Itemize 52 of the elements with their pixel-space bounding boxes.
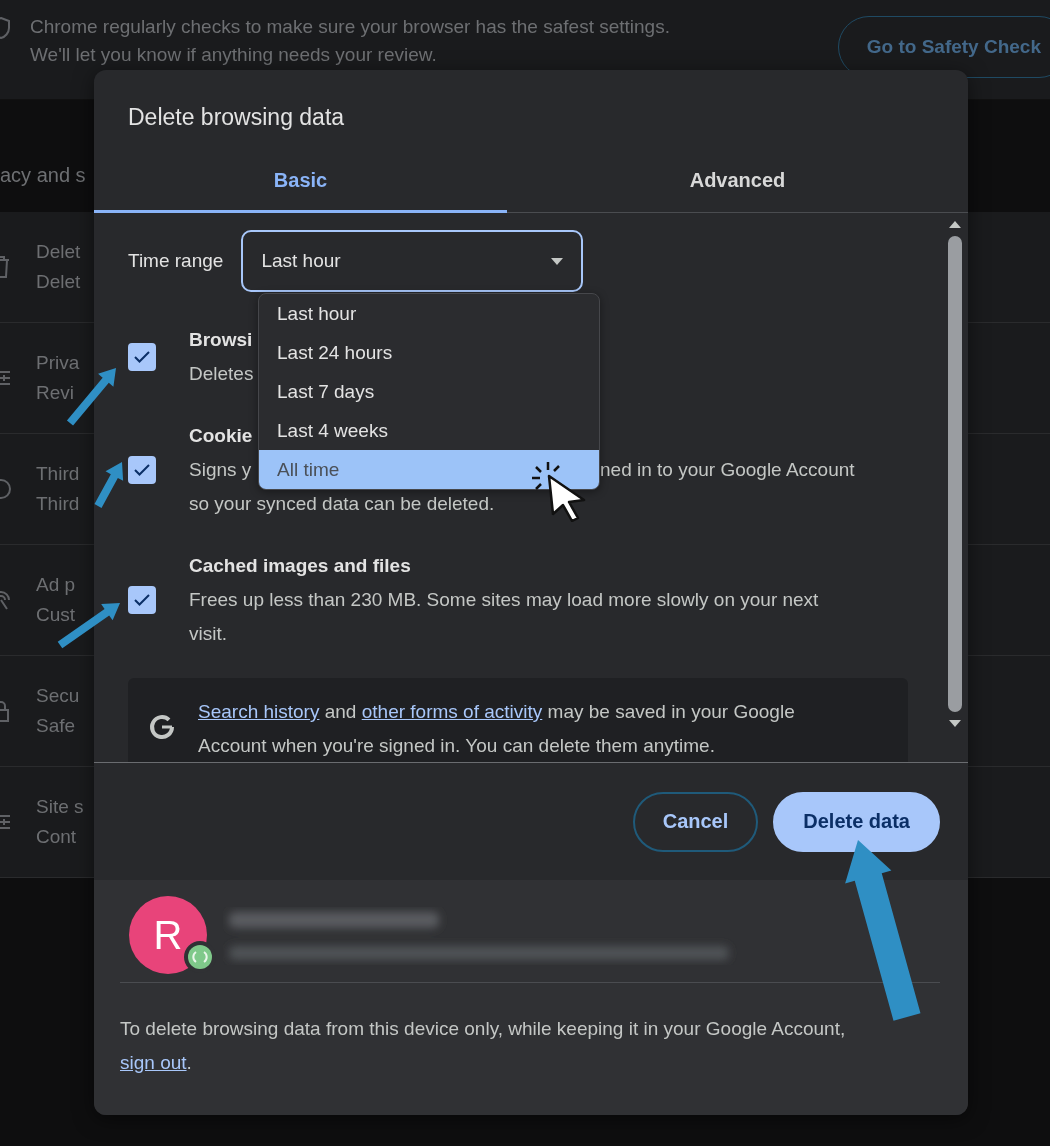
setting-title: Third (36, 463, 80, 485)
setting-title: Secu (36, 685, 80, 707)
menu-item[interactable]: Last hour (259, 294, 599, 333)
time-range-select[interactable]: Last hour (241, 230, 584, 292)
checkbox[interactable] (128, 456, 156, 484)
link[interactable]: sign out (120, 1052, 187, 1073)
checkmark-icon (134, 594, 150, 606)
setting-title: Delet (36, 241, 81, 263)
scrollbar-thumb[interactable] (948, 236, 962, 712)
menu-item[interactable]: Last 7 days (259, 372, 599, 411)
setting-subtitle: Revi (36, 382, 74, 404)
option-title: Browsi (189, 328, 253, 352)
scroll-up-icon[interactable] (949, 221, 961, 228)
option-description: ned in to your Google Account (600, 458, 855, 482)
option-description: Signs y (189, 459, 252, 480)
footer-note: To delete browsing data from this device only, while keeping it in your Google Account, sign out. (120, 1017, 847, 1075)
notice-text: Search history and other forms of activity may be saved in your Google Account when you're signed in. You can delete them anytime. (198, 700, 796, 758)
checkmark-icon (134, 351, 150, 363)
field-label: Time range (128, 250, 224, 272)
link[interactable]: other forms of activity (361, 701, 543, 722)
setting-subtitle: Third (36, 493, 80, 515)
banner-text: We'll let you know if anything needs your review. (30, 44, 437, 66)
menu-item[interactable]: Last 4 weeks (259, 411, 599, 450)
option-title: Cookie (189, 424, 253, 448)
option-description: so your synced data can be deleted. (189, 492, 495, 516)
dialog-title: Delete browsing data (127, 103, 346, 132)
checkbox[interactable] (128, 586, 156, 614)
tab[interactable]: Basic (94, 150, 507, 213)
avatar: R (129, 896, 207, 974)
delete-button[interactable]: Delete data (773, 791, 940, 852)
google-icon (148, 713, 176, 741)
menu-item[interactable]: All time (259, 450, 599, 489)
setting-subtitle: Cust (36, 604, 76, 626)
setting-title: Ad p (36, 574, 76, 596)
link[interactable]: Search history (198, 701, 320, 722)
option-description: Deletes (189, 362, 254, 386)
option-description: Frees up less than 230 MB. Some sites may load more slowly on your next visit. (189, 588, 820, 646)
setting-title: Priva (36, 352, 80, 374)
checkbox[interactable] (128, 343, 156, 371)
caret-icon (551, 257, 564, 265)
tab[interactable]: Advanced (507, 150, 968, 213)
setting-subtitle: Cont (36, 826, 77, 848)
option-title: Cached images and files (189, 554, 411, 578)
setting-subtitle: Safe (36, 715, 76, 737)
cancel-button[interactable]: Cancel (632, 791, 759, 852)
setting-subtitle: Delet (36, 271, 81, 293)
scroll-down-icon[interactable] (949, 720, 961, 727)
menu-item[interactable]: Last 24 hours (259, 333, 599, 372)
section-title: acy and s (0, 163, 86, 188)
banner-text: Chrome regularly checks to make sure your browser has the safest settings. (30, 16, 670, 38)
setting-title: Site s (36, 796, 84, 818)
checkmark-icon (134, 464, 150, 476)
